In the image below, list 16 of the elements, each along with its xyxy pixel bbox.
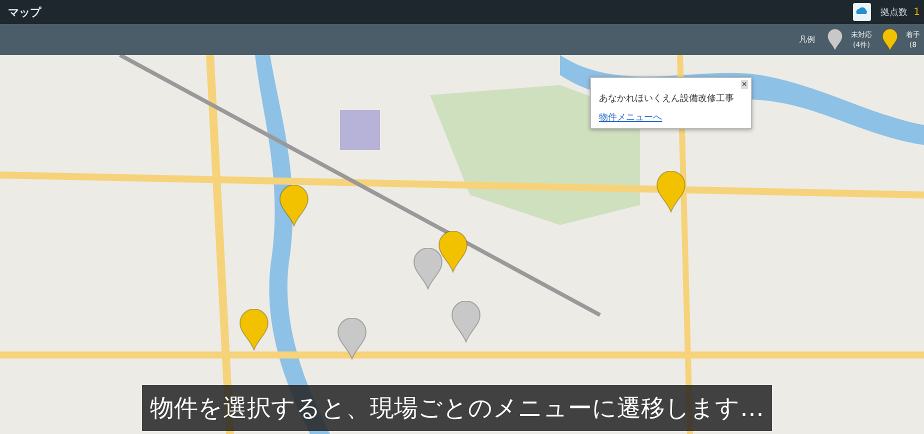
close-button[interactable]: × bbox=[740, 80, 748, 89]
property-menu-link[interactable]: 物件メニューへ bbox=[599, 111, 662, 124]
count-label: 拠点数 bbox=[880, 6, 908, 18]
count-value: 1 bbox=[914, 6, 920, 18]
page-title: マップ bbox=[8, 4, 41, 20]
map-pin[interactable] bbox=[239, 309, 269, 351]
map-pin[interactable] bbox=[413, 248, 443, 290]
map-pin[interactable] bbox=[451, 301, 481, 343]
popup-title: あなかれほいくえん設備改修工事 bbox=[599, 92, 735, 105]
map-pin[interactable] bbox=[337, 318, 367, 360]
video-caption: 物件を選択すると、現場ごとのメニューに遷移します… bbox=[142, 385, 772, 431]
map-pin[interactable] bbox=[438, 231, 468, 273]
map-pin[interactable] bbox=[279, 185, 309, 227]
map-pin[interactable] bbox=[656, 171, 686, 213]
legend-label: 凡例 bbox=[799, 34, 815, 45]
cloud-icon[interactable] bbox=[852, 3, 871, 21]
